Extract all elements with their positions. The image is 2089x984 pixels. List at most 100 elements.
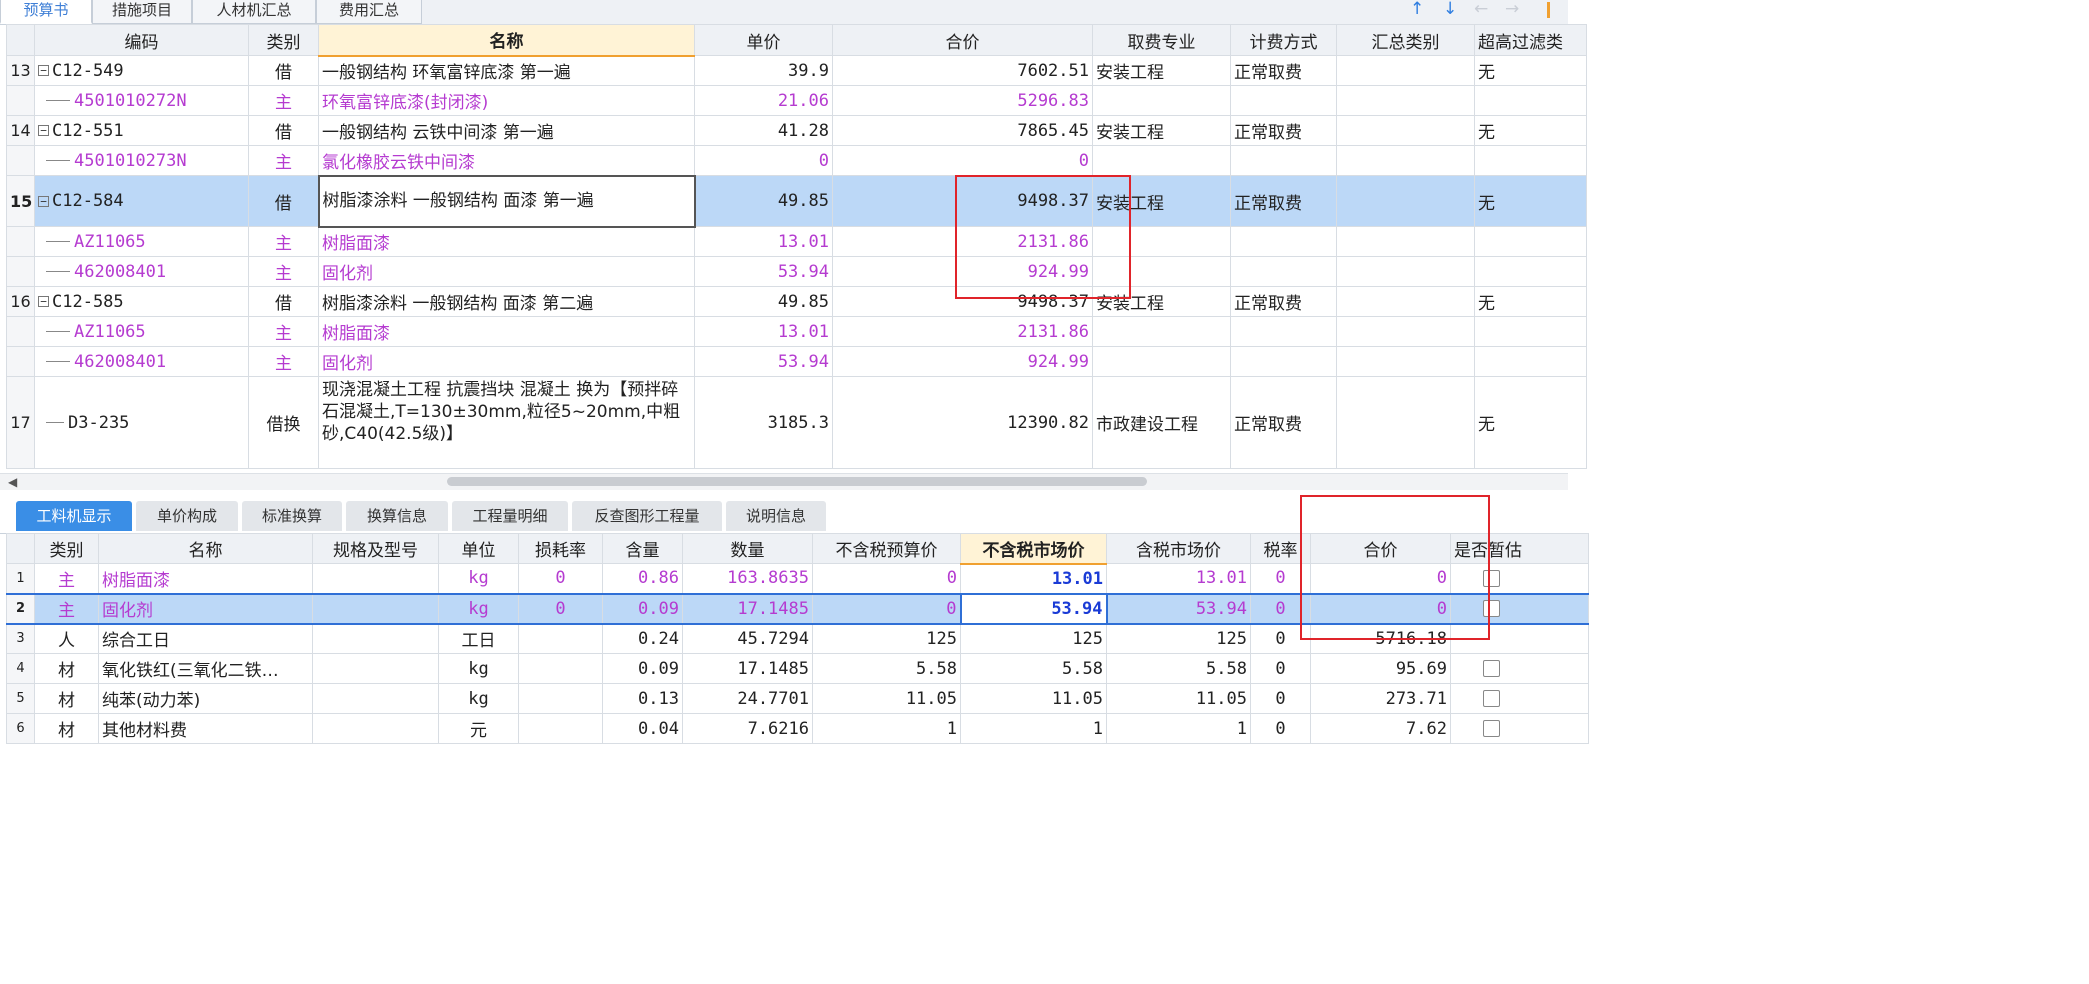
row-summary[interactable] [1336, 346, 1475, 377]
row-unit-price[interactable]: 3185.3 [694, 376, 833, 469]
row-filter[interactable]: 无 [1474, 286, 1587, 317]
row-fee-method[interactable] [1230, 256, 1337, 287]
tab-labor-material[interactable]: 人材机汇总 [192, 0, 316, 24]
row-fee-major[interactable]: 安装工程 [1092, 286, 1231, 317]
header-loss-rate[interactable]: 损耗率 [518, 533, 603, 564]
header-name[interactable]: 名称 [318, 24, 695, 57]
table-row[interactable]: 4501010273N 主 氯化橡胶云铁中间漆 0 0 [6, 145, 1587, 176]
table-row[interactable]: 6 材 其他材料费 元 0.04 7.6216 1 1 1 0 7.62 [6, 713, 1589, 744]
row-unit[interactable]: kg [438, 592, 519, 625]
row-content[interactable]: 0.04 [602, 713, 683, 744]
row-tax-rate[interactable]: 0 [1250, 592, 1311, 625]
row-filter[interactable]: 无 [1474, 376, 1587, 469]
row-fee-method[interactable]: 正常取费 [1230, 286, 1337, 317]
tab-budget[interactable]: 预算书 [0, 0, 92, 24]
tab-labor-material-display[interactable]: 工料机显示 [16, 501, 132, 531]
tab-measures[interactable]: 措施项目 [92, 0, 192, 24]
row-tax-market-price[interactable]: 5.58 [1106, 653, 1251, 684]
row-name[interactable]: 树脂面漆 [318, 226, 695, 257]
row-loss-rate[interactable]: 0 [518, 592, 603, 625]
row-fee-method[interactable]: 正常取费 [1230, 175, 1337, 227]
row-tax-market-price[interactable]: 53.94 [1106, 592, 1251, 625]
row-content[interactable]: 0.86 [602, 563, 683, 594]
table-row[interactable]: AZ11065 主 树脂面漆 13.01 2131.86 [6, 316, 1587, 347]
row-name[interactable]: 其他材料费 [98, 713, 313, 744]
row-loss-rate[interactable]: 0 [518, 563, 603, 594]
row-content[interactable]: 0.09 [602, 653, 683, 684]
row-tax-rate[interactable]: 0 [1250, 623, 1311, 654]
row-pre-tax-market-price[interactable]: 125 [960, 623, 1107, 654]
row-unit[interactable]: kg [438, 683, 519, 714]
row-loss-rate[interactable] [518, 713, 603, 744]
tab-description-info[interactable]: 说明信息 [726, 501, 826, 531]
row-name[interactable]: 纯苯(动力苯) [98, 683, 313, 714]
table-row[interactable]: 4 材 氧化铁红(三氧化二铁… kg 0.09 17.1485 5.58 5.5… [6, 653, 1589, 684]
header-tax-market-price[interactable]: 含税市场价 [1106, 533, 1251, 564]
provisional-checkbox[interactable] [1483, 600, 1500, 617]
header-fee-major[interactable]: 取费专业 [1092, 24, 1231, 56]
row-fee-method[interactable]: 正常取费 [1230, 55, 1337, 86]
row-tax-rate[interactable]: 0 [1250, 653, 1311, 684]
scrollbar-thumb[interactable] [447, 477, 1147, 486]
row-unit[interactable]: kg [438, 653, 519, 684]
row-fee-major[interactable] [1092, 226, 1231, 257]
row-name[interactable]: 固化剂 [318, 346, 695, 377]
provisional-checkbox[interactable] [1483, 569, 1500, 587]
row-content[interactable]: 0.09 [602, 592, 683, 625]
row-unit-price[interactable]: 39.9 [694, 55, 833, 86]
row-unit-price[interactable]: 49.85 [694, 286, 833, 317]
tab-quantity-detail[interactable]: 工程量明细 [452, 501, 568, 531]
row-unit-price[interactable]: 53.94 [694, 256, 833, 287]
tab-standard-conversion[interactable]: 标准换算 [242, 501, 342, 531]
row-fee-method[interactable] [1230, 85, 1337, 116]
row-name[interactable]: 树脂面漆 [98, 563, 313, 594]
table-row[interactable]: 5 材 纯苯(动力苯) kg 0.13 24.7701 11.05 11.05 … [6, 683, 1589, 714]
row-unit[interactable]: 工日 [438, 623, 519, 654]
tab-fee-summary[interactable]: 费用汇总 [316, 0, 422, 24]
row-unit-price[interactable]: 53.94 [694, 346, 833, 377]
scroll-left-icon[interactable]: ◀ [8, 474, 17, 490]
row-pre-tax-market-price[interactable]: 5.58 [960, 653, 1107, 684]
row-fee-major[interactable]: 安装工程 [1092, 115, 1231, 146]
row-fee-method[interactable]: 正常取费 [1230, 115, 1337, 146]
row-tax-market-price[interactable]: 13.01 [1106, 563, 1251, 594]
row-fee-major[interactable] [1092, 256, 1231, 287]
collapse-icon[interactable]: − [38, 195, 49, 207]
row-tax-market-price[interactable]: 11.05 [1106, 683, 1251, 714]
row-filter[interactable]: 无 [1474, 115, 1587, 146]
header-summary[interactable]: 汇总类别 [1336, 24, 1475, 56]
row-filter[interactable] [1474, 145, 1587, 176]
provisional-checkbox[interactable] [1483, 720, 1500, 737]
row-pre-tax-market-price[interactable]: 13.01 [960, 563, 1107, 594]
row-content[interactable]: 0.24 [602, 623, 683, 654]
row-summary[interactable] [1336, 376, 1475, 469]
table-row[interactable]: 16 − C12-585 借 树脂漆涂料 一般钢结构 面漆 第二遍 49.85 9… [6, 286, 1587, 317]
row-name[interactable]: 树脂面漆 [318, 316, 695, 347]
row-spec[interactable] [312, 713, 439, 744]
row-tax-market-price[interactable]: 1 [1106, 713, 1251, 744]
row-summary[interactable] [1336, 316, 1475, 347]
collapse-icon[interactable]: − [38, 125, 49, 136]
header-pre-tax-market-price[interactable]: 不含税市场价 [960, 533, 1107, 565]
row-fee-major[interactable] [1092, 316, 1231, 347]
collapse-icon[interactable]: − [38, 296, 49, 307]
move-up-icon[interactable]: ↑ [1410, 0, 1424, 18]
row-filter[interactable]: 无 [1474, 55, 1587, 86]
header-type[interactable]: 类别 [34, 533, 99, 564]
row-filter[interactable]: 无 [1474, 175, 1587, 227]
row-filter[interactable] [1474, 316, 1587, 347]
table-row-selected[interactable]: 15 − C12-584 借 树脂漆涂料 一般钢结构 面漆 第一遍 49.85 9… [6, 174, 1587, 228]
row-fee-method[interactable]: 正常取费 [1230, 376, 1337, 469]
row-name-editor[interactable]: 树脂漆涂料 一般钢结构 面漆 第一遍 [317, 174, 696, 228]
row-fee-method[interactable] [1230, 346, 1337, 377]
header-total[interactable]: 合价 [1310, 533, 1451, 564]
horizontal-scrollbar[interactable]: ◀ [0, 473, 1568, 490]
tab-reverse-graphic-quantity[interactable]: 反查图形工程量 [572, 501, 722, 531]
row-name[interactable]: 一般钢结构 云铁中间漆 第一遍 [318, 115, 695, 146]
row-name[interactable]: 固化剂 [318, 256, 695, 287]
move-left-icon[interactable]: ← [1474, 0, 1488, 18]
row-fee-major[interactable] [1092, 346, 1231, 377]
table-row-selected[interactable]: 2 主 固化剂 kg 0 0.09 17.1485 0 53.94 53.94 … [6, 592, 1589, 625]
row-name[interactable]: 树脂漆涂料 一般钢结构 面漆 第二遍 [318, 286, 695, 317]
row-fee-method[interactable] [1230, 316, 1337, 347]
